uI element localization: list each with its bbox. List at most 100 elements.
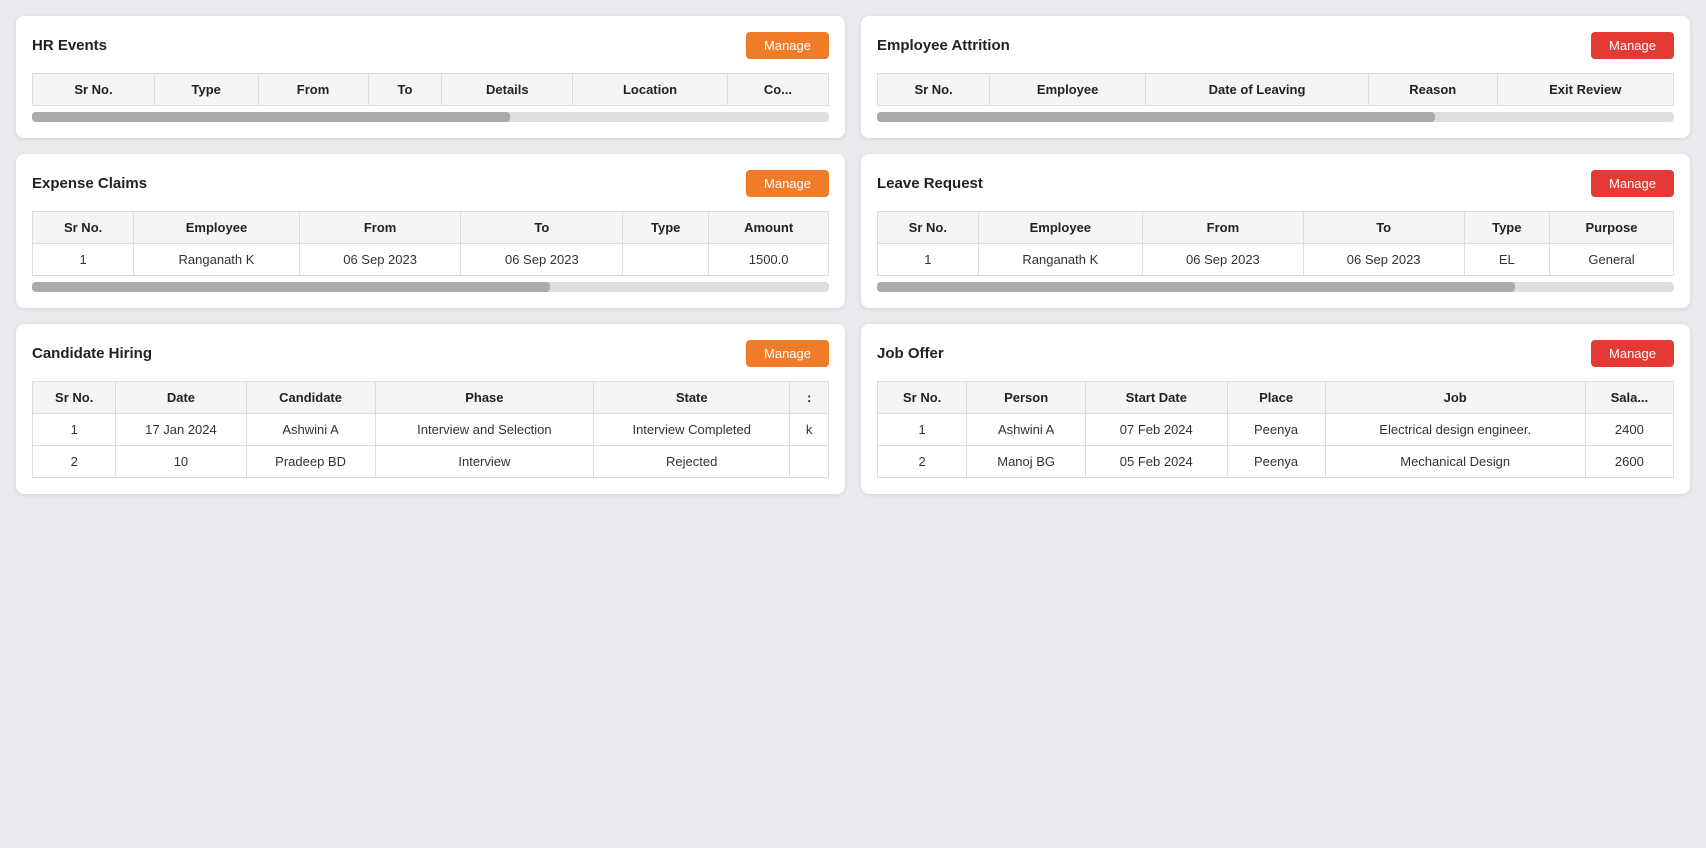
candidate-hiring-card: Candidate Hiring Manage Sr No. Date Cand… — [16, 324, 845, 494]
jo-start-date2: 05 Feb 2024 — [1085, 446, 1227, 478]
ec-col-srno: Sr No. — [33, 212, 134, 244]
candidate-hiring-header-row: Sr No. Date Candidate Phase State : — [33, 382, 829, 414]
lr-col-from: From — [1143, 212, 1304, 244]
expense-claims-table: Sr No. Employee From To Type Amount 1 Ra… — [32, 211, 829, 276]
hr-events-scrollbar-thumb — [32, 112, 510, 122]
ea-col-date-leaving: Date of Leaving — [1146, 74, 1369, 106]
leave-request-manage-button[interactable]: Manage — [1591, 170, 1674, 197]
ch-srno2: 2 — [33, 446, 116, 478]
expense-claims-scrollbar-thumb — [32, 282, 550, 292]
leave-request-table-wrapper: Sr No. Employee From To Type Purpose 1 R… — [877, 211, 1674, 292]
ec-col-amount: Amount — [709, 212, 829, 244]
expense-claims-header: Expense Claims Manage — [32, 170, 829, 197]
jo-place2: Peenya — [1227, 446, 1325, 478]
hr-events-col-from: From — [258, 74, 368, 106]
leave-request-table: Sr No. Employee From To Type Purpose 1 R… — [877, 211, 1674, 276]
ch-col-date: Date — [116, 382, 246, 414]
ch-extra: k — [790, 414, 829, 446]
leave-request-header-row: Sr No. Employee From To Type Purpose — [878, 212, 1674, 244]
leave-request-scrollbar[interactable] — [877, 282, 1674, 292]
hr-events-scrollbar[interactable] — [32, 112, 829, 122]
ch-col-state: State — [594, 382, 790, 414]
hr-events-table-wrapper: Sr No. Type From To Details Location Co.… — [32, 73, 829, 122]
ec-employee: Ranganath K — [134, 244, 299, 276]
hr-events-col-to: To — [368, 74, 442, 106]
candidate-hiring-title: Candidate Hiring — [32, 345, 152, 362]
ch-state2: Rejected — [594, 446, 790, 478]
candidate-hiring-table-wrapper: Sr No. Date Candidate Phase State : 1 17… — [32, 381, 829, 478]
candidate-hiring-header: Candidate Hiring Manage — [32, 340, 829, 367]
ch-phase: Interview and Selection — [375, 414, 594, 446]
ch-state: Interview Completed — [594, 414, 790, 446]
lr-srno: 1 — [878, 244, 979, 276]
lr-from: 06 Sep 2023 — [1143, 244, 1304, 276]
leave-request-card: Leave Request Manage Sr No. Employee Fro… — [861, 154, 1690, 308]
lr-purpose: General — [1550, 244, 1674, 276]
ch-candidate2: Pradeep BD — [246, 446, 375, 478]
lr-type: EL — [1464, 244, 1550, 276]
ec-col-from: From — [299, 212, 461, 244]
jo-col-person: Person — [967, 382, 1086, 414]
ch-col-more: : — [790, 382, 829, 414]
expense-claims-tbody: 1 Ranganath K 06 Sep 2023 06 Sep 2023 15… — [33, 244, 829, 276]
table-row: 1 17 Jan 2024 Ashwini A Interview and Se… — [33, 414, 829, 446]
employee-attrition-scrollbar[interactable] — [877, 112, 1674, 122]
ch-phase2: Interview — [375, 446, 594, 478]
jo-srno1: 1 — [878, 414, 967, 446]
jo-salary1: 2400 — [1585, 414, 1673, 446]
jo-start-date1: 07 Feb 2024 — [1085, 414, 1227, 446]
ch-extra2 — [790, 446, 829, 478]
expense-claims-manage-button[interactable]: Manage — [746, 170, 829, 197]
expense-claims-header-row: Sr No. Employee From To Type Amount — [33, 212, 829, 244]
expense-claims-scrollbar[interactable] — [32, 282, 829, 292]
ch-date: 17 Jan 2024 — [116, 414, 246, 446]
table-row: 1 Ashwini A 07 Feb 2024 Peenya Electrica… — [878, 414, 1674, 446]
hr-events-header-row: Sr No. Type From To Details Location Co.… — [33, 74, 829, 106]
ch-col-candidate: Candidate — [246, 382, 375, 414]
expense-claims-table-wrapper: Sr No. Employee From To Type Amount 1 Ra… — [32, 211, 829, 292]
jo-col-start-date: Start Date — [1085, 382, 1227, 414]
candidate-hiring-manage-button[interactable]: Manage — [746, 340, 829, 367]
candidate-hiring-table: Sr No. Date Candidate Phase State : 1 17… — [32, 381, 829, 478]
job-offer-header-row: Sr No. Person Start Date Place Job Sala.… — [878, 382, 1674, 414]
jo-salary2: 2600 — [1585, 446, 1673, 478]
ch-date2: 10 — [116, 446, 246, 478]
candidate-hiring-tbody: 1 17 Jan 2024 Ashwini A Interview and Se… — [33, 414, 829, 478]
ec-from: 06 Sep 2023 — [299, 244, 461, 276]
table-row: 2 Manoj BG 05 Feb 2024 Peenya Mechanical… — [878, 446, 1674, 478]
employee-attrition-table-wrapper: Sr No. Employee Date of Leaving Reason E… — [877, 73, 1674, 122]
ec-type — [623, 244, 709, 276]
hr-events-header: HR Events Manage — [32, 32, 829, 59]
ec-col-employee: Employee — [134, 212, 299, 244]
leave-request-tbody: 1 Ranganath K 06 Sep 2023 06 Sep 2023 EL… — [878, 244, 1674, 276]
hr-events-col-location: Location — [573, 74, 728, 106]
hr-events-col-details: Details — [442, 74, 573, 106]
lr-to: 06 Sep 2023 — [1303, 244, 1464, 276]
job-offer-card: Job Offer Manage Sr No. Person Start Dat… — [861, 324, 1690, 494]
hr-events-col-co: Co... — [727, 74, 828, 106]
jo-col-salary: Sala... — [1585, 382, 1673, 414]
employee-attrition-card: Employee Attrition Manage Sr No. Employe… — [861, 16, 1690, 138]
lr-col-type: Type — [1464, 212, 1550, 244]
job-offer-table: Sr No. Person Start Date Place Job Sala.… — [877, 381, 1674, 478]
ea-col-srno: Sr No. — [878, 74, 990, 106]
table-row: 1 Ranganath K 06 Sep 2023 06 Sep 2023 15… — [33, 244, 829, 276]
lr-col-employee: Employee — [978, 212, 1142, 244]
jo-job1: Electrical design engineer. — [1325, 414, 1585, 446]
expense-claims-card: Expense Claims Manage Sr No. Employee Fr… — [16, 154, 845, 308]
job-offer-title: Job Offer — [877, 345, 944, 362]
job-offer-table-wrapper: Sr No. Person Start Date Place Job Sala.… — [877, 381, 1674, 478]
ea-col-employee: Employee — [990, 74, 1146, 106]
hr-events-manage-button[interactable]: Manage — [746, 32, 829, 59]
job-offer-manage-button[interactable]: Manage — [1591, 340, 1674, 367]
jo-person2: Manoj BG — [967, 446, 1086, 478]
employee-attrition-scrollbar-thumb — [877, 112, 1435, 122]
job-offer-tbody: 1 Ashwini A 07 Feb 2024 Peenya Electrica… — [878, 414, 1674, 478]
employee-attrition-header-row: Sr No. Employee Date of Leaving Reason E… — [878, 74, 1674, 106]
employee-attrition-manage-button[interactable]: Manage — [1591, 32, 1674, 59]
lr-col-to: To — [1303, 212, 1464, 244]
ch-col-phase: Phase — [375, 382, 594, 414]
jo-place1: Peenya — [1227, 414, 1325, 446]
leave-request-title: Leave Request — [877, 175, 983, 192]
ch-candidate: Ashwini A — [246, 414, 375, 446]
